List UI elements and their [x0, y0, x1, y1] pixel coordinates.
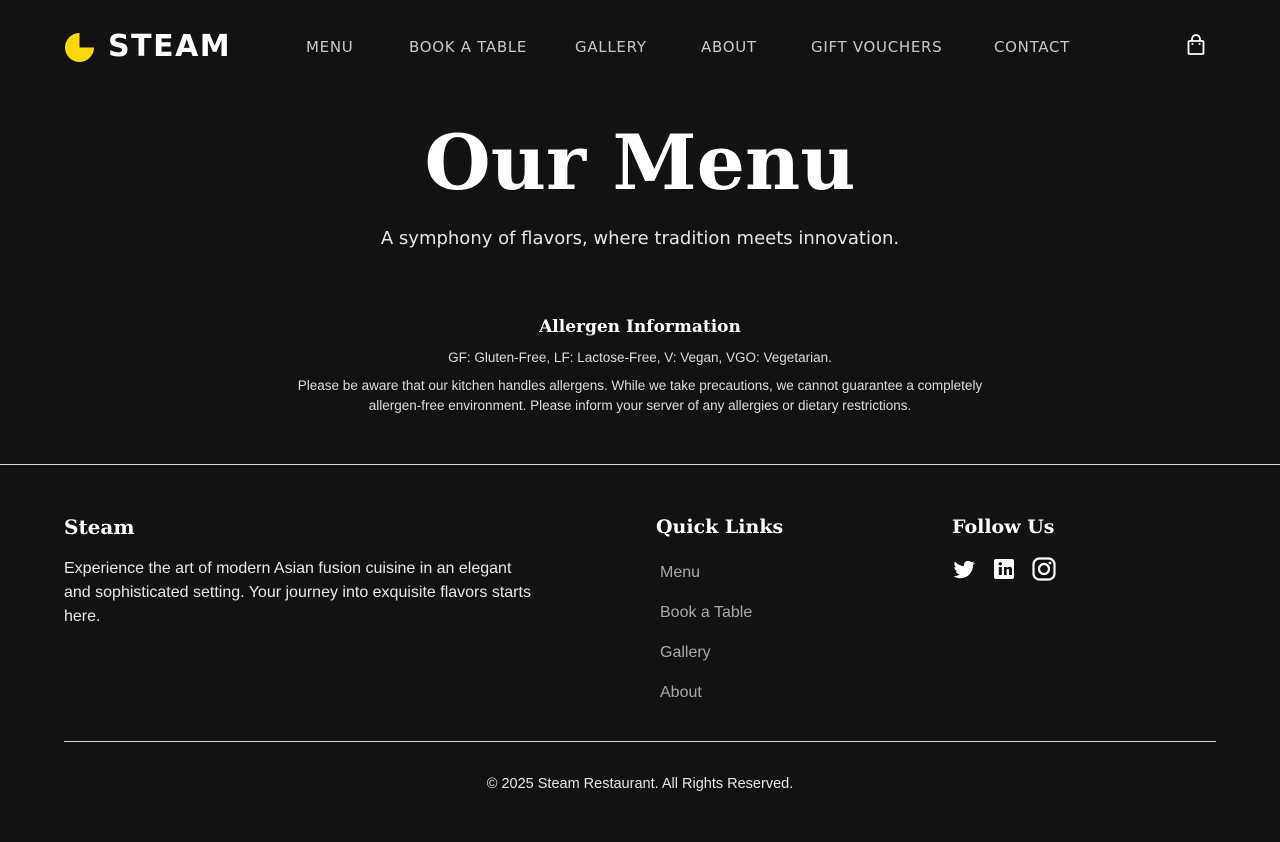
nav-item-menu[interactable]: MENU	[306, 37, 353, 57]
footer-link-menu[interactable]: Menu	[660, 562, 700, 584]
quick-links-list: Menu Book a Table Gallery About	[660, 562, 752, 722]
allergen-key: GF: Gluten-Free, LF: Lactose-Free, V: Ve…	[448, 350, 832, 365]
main-nav: MENU BOOK A TABLE GALLERY ABOUT GIFT VOU…	[0, 37, 1280, 57]
footer-link-book-a-table[interactable]: Book a Table	[660, 602, 752, 624]
footer-brand-title: Steam	[64, 515, 135, 539]
nav-item-gift-vouchers[interactable]: GIFT VOUCHERS	[811, 37, 942, 57]
quick-links-title: Quick Links	[656, 516, 784, 538]
footer-bottom-divider	[64, 741, 1216, 742]
allergen-title: Allergen Information	[539, 317, 741, 337]
shopping-bag-icon[interactable]	[1186, 34, 1206, 56]
nav-item-gallery[interactable]: GALLERY	[575, 37, 647, 57]
list-item: Book a Table	[660, 602, 752, 642]
list-item: Menu	[660, 562, 752, 602]
site-header: STEAM MENU BOOK A TABLE GALLERY ABOUT GI…	[0, 0, 1280, 92]
footer-link-about[interactable]: About	[660, 682, 702, 704]
list-item: About	[660, 682, 752, 722]
nav-item-contact[interactable]: CONTACT	[994, 37, 1070, 57]
nav-item-about[interactable]: ABOUT	[701, 37, 757, 57]
nav-item-book-a-table[interactable]: BOOK A TABLE	[409, 37, 527, 57]
info-icon[interactable]	[992, 557, 1016, 581]
twitter-icon[interactable]	[952, 557, 976, 581]
copyright-text: © 2025 Steam Restaurant. All Rights Rese…	[486, 776, 794, 792]
footer-divider	[0, 464, 1280, 465]
page-subtitle: A symphony of flavors, where tradition m…	[380, 228, 900, 249]
footer-brand-description: Experience the art of modern Asian fusio…	[64, 560, 531, 625]
allergen-note: Please be aware that our kitchen handles…	[297, 378, 983, 413]
page-title: Our Menu	[424, 118, 856, 207]
instagram-icon[interactable]	[1032, 557, 1056, 581]
footer-link-gallery[interactable]: Gallery	[660, 642, 711, 664]
follow-us-title: Follow Us	[952, 516, 1055, 538]
list-item: Gallery	[660, 642, 752, 682]
